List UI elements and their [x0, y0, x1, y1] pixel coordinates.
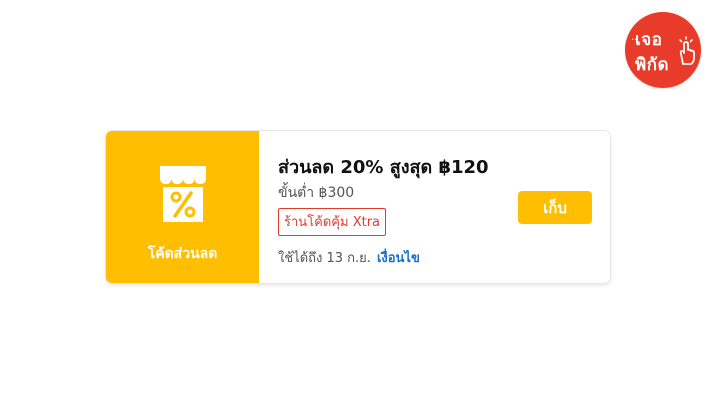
min-spend: ขั้นต่ำ ฿300: [278, 185, 355, 201]
conditions-link[interactable]: เงื่อนไข: [377, 251, 420, 266]
claim-button[interactable]: เก็บ: [518, 191, 592, 224]
voucher-card: โค้ดส่วนลด ส่วนลด 20% สูงสุด ฿120 ขั้นต่…: [106, 131, 610, 283]
tap-hand-icon: [679, 36, 695, 65]
voucher-type-label: โค้ดส่วนลด: [147, 246, 218, 262]
validity-row: ใช้ได้ถึง 13 ก.ย. เงื่อนไข: [278, 247, 420, 268]
brand-badge: .. เจอ พิกัด: [625, 12, 701, 88]
voucher-tag: ร้านโค้ดคุ้ม Xtra: [278, 208, 387, 236]
badge-line-1: เจอ: [635, 30, 663, 50]
discount-title: ส่วนลด 20% สูงสุด ฿120: [278, 157, 489, 178]
badge-line-2: พิกัด: [635, 55, 670, 75]
voucher-stub: โค้ดส่วนลด: [106, 131, 259, 283]
validity-date: ใช้ได้ถึง 13 ก.ย.: [278, 251, 371, 266]
shop-percent-icon: [160, 166, 206, 222]
